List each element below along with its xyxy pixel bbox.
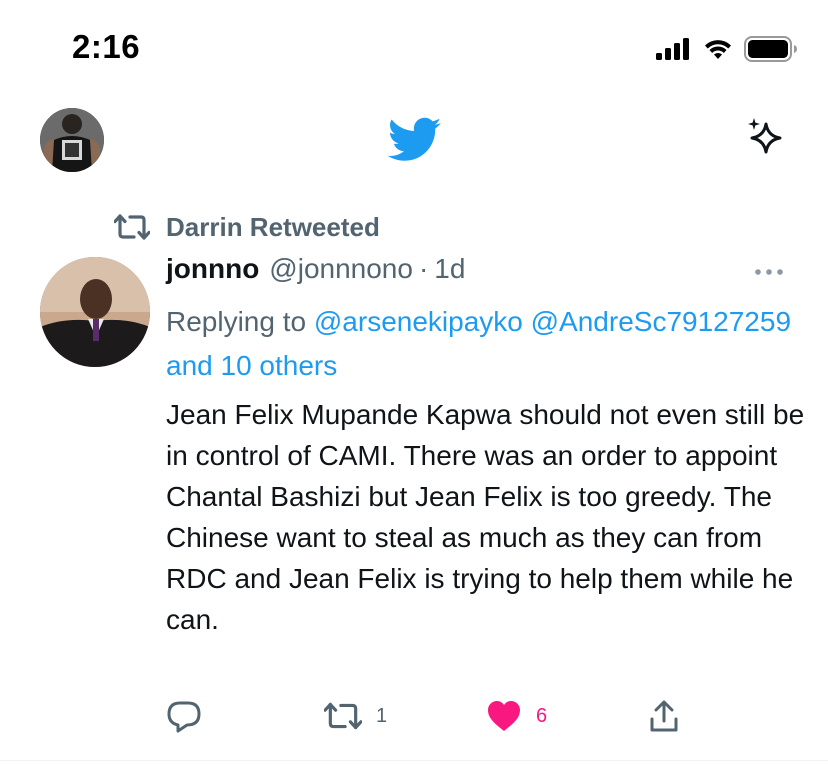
battery-icon: [744, 36, 797, 62]
signal-icon: [656, 38, 689, 60]
status-icons: [656, 36, 798, 62]
sparkle-icon[interactable]: [744, 116, 788, 160]
reply-icon: [167, 701, 201, 733]
more-options-icon[interactable]: [752, 262, 786, 282]
retweet-button[interactable]: 1: [324, 696, 387, 736]
twitter-bird-icon[interactable]: [388, 115, 442, 165]
like-count: 6: [536, 704, 548, 727]
divider: [0, 760, 828, 761]
retweet-context[interactable]: Darrin Retweeted: [114, 208, 380, 246]
heart-icon: [488, 701, 520, 731]
replying-to-label: Replying to: [166, 306, 307, 337]
retweet-icon: [114, 214, 150, 240]
retweet-context-label: Darrin Retweeted: [166, 211, 380, 242]
tweet-author-name[interactable]: jonnno: [166, 253, 259, 285]
share-icon: [650, 700, 678, 732]
replying-to: Replying to @arsenekipayko @AndreSc79127…: [166, 300, 806, 388]
retweet-icon: [324, 702, 362, 730]
avatar[interactable]: [40, 108, 104, 172]
tweet-text: Jean Felix Mupande Kapwa should not even…: [166, 399, 805, 635]
reply-button[interactable]: [166, 696, 202, 736]
separator-dot: ·: [418, 253, 429, 284]
status-time: 2:16: [72, 28, 141, 65]
retweet-count: 1: [376, 704, 388, 727]
tweet-timestamp[interactable]: 1d: [434, 253, 465, 285]
wifi-icon: [705, 40, 731, 59]
tweet-actions: 1 6: [166, 696, 806, 736]
tweet-header: jonnno @jonnnono · 1d: [166, 253, 465, 293]
like-button[interactable]: 6: [486, 696, 547, 736]
share-button[interactable]: [648, 696, 680, 736]
tweet-author-avatar[interactable]: [40, 257, 150, 367]
twitter-screen: 2:16 Darrin Retweeted jonnno @jonnnono ·…: [0, 0, 828, 776]
tweet-author-handle[interactable]: @jonnnono: [269, 253, 413, 285]
